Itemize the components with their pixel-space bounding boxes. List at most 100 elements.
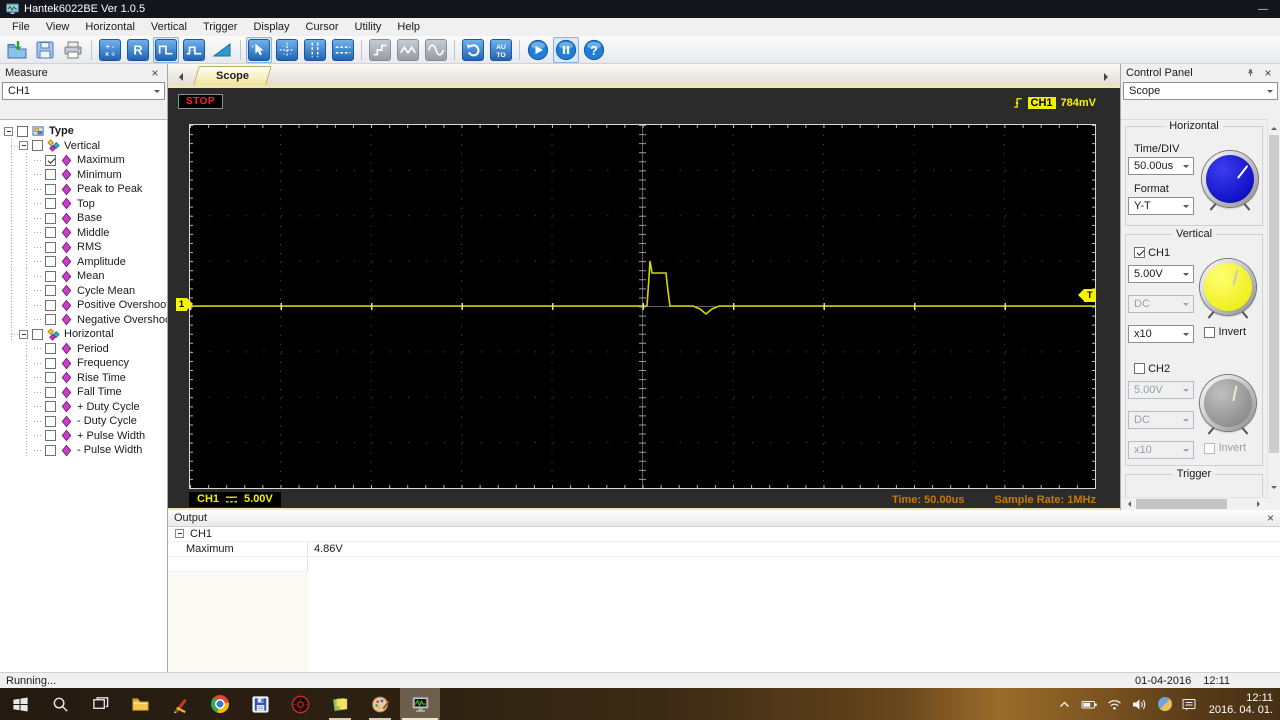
taskbar-burner-tool-button[interactable] (280, 688, 320, 720)
taskbar-search-button[interactable] (40, 688, 80, 720)
scroll-up-icon[interactable] (1271, 124, 1277, 130)
tree-item-top[interactable]: Top (0, 196, 167, 212)
tree-item-rise-time[interactable]: Rise Time (0, 370, 167, 386)
tree-checkbox-fall-time[interactable] (45, 386, 56, 398)
tree-item-period[interactable]: Period (0, 341, 167, 357)
menu-item-trigger[interactable]: Trigger (195, 19, 245, 35)
tree-item-minimum[interactable]: Minimum (0, 167, 167, 183)
tree-checkbox-vertical[interactable] (32, 140, 43, 152)
toolbar-help-button[interactable]: ? (581, 37, 607, 63)
tree-checkbox-negative-overshoot[interactable] (45, 314, 56, 326)
toolbar-cross-cursor-button[interactable] (274, 37, 300, 63)
taskbar-sticky-notes-button[interactable] (320, 688, 360, 720)
tree-expander[interactable] (19, 329, 28, 339)
toolbar-open-file-button[interactable] (4, 37, 30, 63)
collapse-icon[interactable] (175, 529, 184, 538)
toolbar-refresh-acquisition-button[interactable] (460, 37, 486, 63)
taskbar-chrome-button[interactable] (200, 688, 240, 720)
ch1-enable-checkbox[interactable] (1134, 247, 1145, 258)
ch2-invert-checkbox[interactable] (1204, 442, 1216, 454)
tree-item-mean[interactable]: Mean (0, 269, 167, 284)
tree-item-positive-overshoot[interactable]: Positive Overshoot (0, 298, 167, 313)
tree-expander[interactable] (19, 141, 28, 151)
menu-item-horizontal[interactable]: Horizontal (77, 19, 143, 35)
toolbar-auto-setup-button[interactable]: AU TO (488, 37, 514, 63)
toolbar-start-acquisition-button[interactable] (525, 37, 551, 63)
tree-item-duty-cycle[interactable]: + Duty Cycle (0, 399, 167, 415)
tree-checkbox-maximum[interactable] (45, 154, 56, 166)
tree-checkbox-pulse-width[interactable] (45, 444, 56, 456)
tree-expander[interactable] (4, 126, 13, 136)
tree-checkbox-minimum[interactable] (45, 169, 56, 181)
tree-item-base[interactable]: Base (0, 211, 167, 226)
tree-item-pulse-width[interactable]: - Pulse Width (0, 443, 167, 458)
tree-checkbox-rise-time[interactable] (45, 372, 56, 384)
ch1-coupling-select[interactable]: DC (1128, 295, 1194, 313)
tree-item-vertical[interactable]: Vertical (0, 138, 167, 154)
tray-action-center-icon[interactable] (1179, 691, 1201, 717)
tree-item-peak-to-peak[interactable]: Peak to Peak (0, 182, 167, 197)
tree-item-duty-cycle[interactable]: - Duty Cycle (0, 414, 167, 429)
tree-checkbox-positive-overshoot[interactable] (45, 299, 56, 311)
toolbar-print-button[interactable] (60, 37, 86, 63)
control-close-button[interactable]: × (1261, 66, 1275, 80)
tab-scroll-left-icon[interactable] (175, 73, 183, 81)
toolbar-cursor-select-button[interactable] (246, 36, 272, 63)
tree-checkbox-amplitude[interactable] (45, 256, 56, 268)
tree-checkbox-period[interactable] (45, 343, 56, 355)
tree-checkbox-type[interactable] (17, 125, 28, 137)
tree-item-amplitude[interactable]: Amplitude (0, 254, 167, 270)
taskbar-file-explorer-button[interactable] (120, 688, 160, 720)
tree-item-fall-time[interactable]: Fall Time (0, 385, 167, 400)
menu-item-utility[interactable]: Utility (347, 19, 390, 35)
menu-item-view[interactable]: View (38, 19, 78, 35)
channel1-position-marker[interactable]: 1 (176, 298, 194, 311)
toolbar-math-operations-button[interactable]: + - × ÷ (97, 37, 123, 63)
format-select[interactable]: Y-T (1128, 197, 1194, 215)
trigger-level-marker[interactable]: T (1078, 289, 1096, 302)
scroll-down-icon[interactable] (1271, 486, 1277, 492)
tab-scope[interactable]: Scope (196, 66, 269, 85)
ch2-scale-select[interactable]: 5.00V (1128, 381, 1194, 399)
tree-item-pulse-width[interactable]: + Pulse Width (0, 428, 167, 444)
tree-item-middle[interactable]: Middle (0, 225, 167, 241)
menu-item-display[interactable]: Display (245, 19, 297, 35)
tree-item-frequency[interactable]: Frequency (0, 356, 167, 371)
tree-checkbox-mean[interactable] (45, 270, 56, 282)
tree-checkbox-duty-cycle[interactable] (45, 401, 56, 413)
taskbar-annotation-tool-button[interactable] (160, 688, 200, 720)
tree-checkbox-horizontal[interactable] (32, 328, 43, 340)
ch2-coupling-select[interactable]: DC (1128, 411, 1194, 429)
timediv-select[interactable]: 50.00us (1128, 157, 1194, 175)
tree-checkbox-frequency[interactable] (45, 357, 56, 369)
taskbar-clock[interactable]: 12:11 2016. 04. 01. (1209, 692, 1273, 717)
tray-volume-icon[interactable] (1129, 691, 1151, 717)
pin-icon[interactable] (1244, 66, 1256, 80)
tree-item-type[interactable]: Type (0, 124, 167, 139)
horizontal-scroll-thumb[interactable] (1136, 499, 1227, 509)
tree-item-rms[interactable]: RMS (0, 240, 167, 255)
toolbar-rect-pulse-wave-button[interactable] (153, 36, 179, 63)
ch1-scale-select[interactable]: 5.00V (1128, 265, 1194, 283)
tray-onedrive-icon[interactable] (1154, 691, 1176, 717)
taskbar-hantek-scope-button[interactable] (400, 688, 440, 720)
tree-checkbox-pulse-width[interactable] (45, 430, 56, 442)
taskbar-paint-button[interactable] (360, 688, 400, 720)
tree-checkbox-top[interactable] (45, 198, 56, 210)
toolbar-save-file-button[interactable] (32, 37, 58, 63)
toolbar-ramp-wave-button[interactable] (209, 37, 235, 63)
tray-battery-icon[interactable] (1079, 691, 1101, 717)
toolbar-horizontal-cursors-button[interactable] (330, 37, 356, 63)
taskbar-task-view-button[interactable] (80, 688, 120, 720)
scroll-right-icon[interactable] (1257, 501, 1263, 507)
horizontal-position-knob[interactable] (1202, 151, 1258, 207)
ch1-invert-checkbox[interactable] (1204, 326, 1216, 338)
tree-checkbox-duty-cycle[interactable] (45, 415, 56, 427)
scroll-left-icon[interactable] (1125, 501, 1131, 507)
tree-checkbox-rms[interactable] (45, 241, 56, 253)
tree-item-maximum[interactable]: Maximum (0, 153, 167, 168)
menu-item-help[interactable]: Help (389, 19, 428, 35)
tree-checkbox-cycle-mean[interactable] (45, 285, 56, 297)
menu-item-file[interactable]: File (4, 19, 38, 35)
tray-wifi-icon[interactable] (1104, 691, 1126, 717)
